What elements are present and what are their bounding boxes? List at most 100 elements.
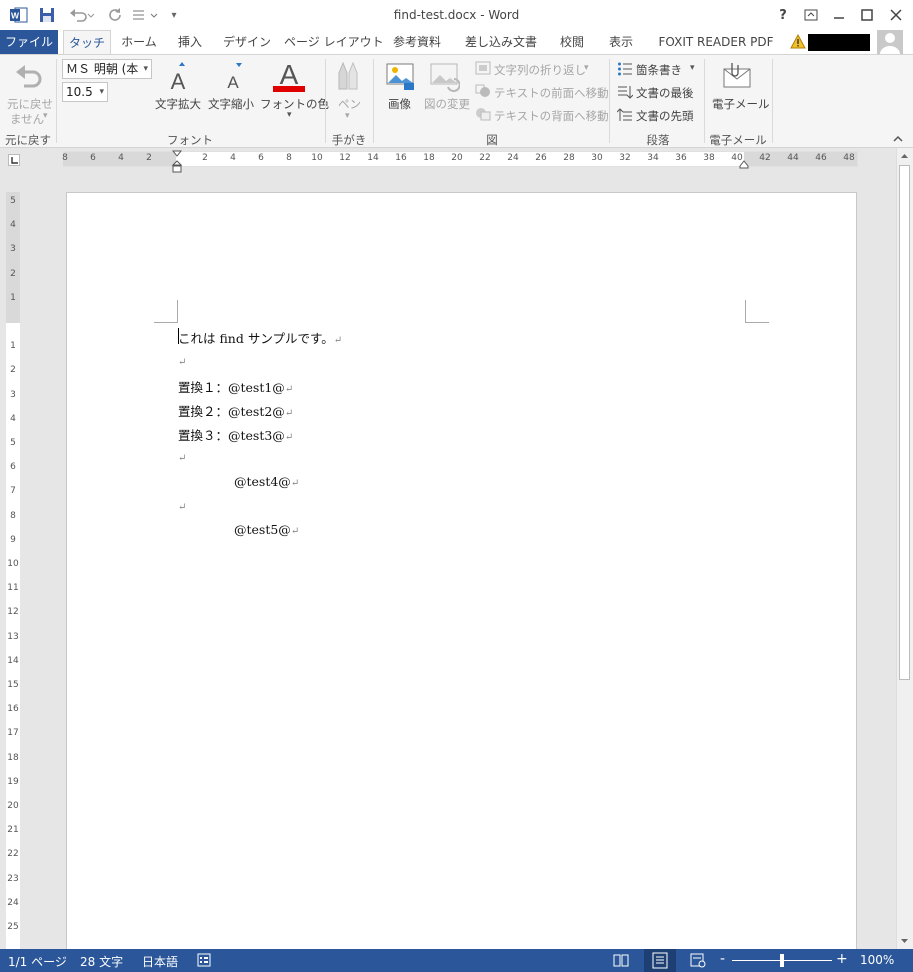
email-label[interactable]: 電子メール bbox=[712, 96, 770, 112]
font-size-combo[interactable]: 10.5 ▾ bbox=[62, 82, 108, 102]
grow-font-icon[interactable]: A bbox=[166, 61, 192, 94]
ruler-number: 14 bbox=[367, 153, 379, 163]
document-line[interactable]: ↵ bbox=[178, 498, 186, 513]
close-icon[interactable] bbox=[882, 4, 910, 26]
pen-label[interactable]: ペン bbox=[338, 96, 361, 112]
bullets-label[interactable]: 箇条書き bbox=[636, 62, 682, 78]
ruler-number: 25 bbox=[7, 922, 19, 932]
collapse-ribbon-icon[interactable] bbox=[891, 132, 905, 146]
tab-view[interactable]: 表示 bbox=[600, 30, 642, 54]
wrap-text-icon[interactable] bbox=[475, 61, 491, 75]
line-text: 置換３：@test3@ bbox=[178, 428, 285, 443]
print-layout-view-button[interactable] bbox=[644, 949, 676, 972]
document-line[interactable]: ↵ bbox=[178, 449, 186, 464]
tab-insert[interactable]: 挿入 bbox=[170, 30, 210, 54]
tab-mailings[interactable]: 差し込み文書 bbox=[458, 30, 544, 54]
ruler-number: 5 bbox=[10, 196, 16, 206]
page-count[interactable]: 1/1 ページ bbox=[8, 953, 67, 970]
document-page[interactable] bbox=[66, 192, 857, 972]
avatar[interactable] bbox=[877, 30, 903, 54]
ruler-number: 10 bbox=[7, 559, 19, 569]
tab-page-layout[interactable]: ページ レイアウト bbox=[284, 30, 384, 54]
tab-home[interactable]: ホーム bbox=[116, 30, 162, 54]
document-end-label[interactable]: 文書の最後 bbox=[636, 85, 694, 101]
bullets-icon[interactable] bbox=[617, 61, 633, 77]
ruler-number: 8 bbox=[62, 153, 68, 163]
font-name-combo[interactable]: ＭＳ 明朝 (本 ▾ bbox=[62, 59, 152, 79]
indent-marker-icon[interactable] bbox=[171, 150, 183, 174]
document-start-icon[interactable] bbox=[616, 107, 633, 123]
tab-selector-icon[interactable] bbox=[8, 154, 20, 166]
document-end-icon[interactable] bbox=[617, 84, 634, 100]
document-line[interactable]: @test5@↵ bbox=[234, 522, 299, 537]
right-indent-marker-icon[interactable] bbox=[739, 158, 749, 169]
zoom-level[interactable]: 100% bbox=[860, 953, 894, 967]
paragraph-mark-icon: ↵ bbox=[178, 502, 187, 513]
paragraph-mark-icon: ↵ bbox=[178, 453, 187, 464]
zoom-slider-thumb[interactable] bbox=[780, 954, 784, 967]
tab-file[interactable]: ファイル bbox=[0, 30, 58, 54]
ruler-number: 42 bbox=[759, 153, 771, 163]
send-backward-icon[interactable] bbox=[475, 107, 491, 121]
help-button[interactable]: ? bbox=[769, 4, 797, 26]
maximize-icon[interactable] bbox=[853, 4, 881, 26]
document-line[interactable]: 置換１：@test1@↵ bbox=[178, 377, 293, 396]
undo-label-1[interactable]: 元に戻せ bbox=[7, 96, 53, 112]
tab-references[interactable]: 参考資料 bbox=[386, 30, 448, 54]
shrink-font-icon[interactable]: A bbox=[222, 61, 248, 92]
tab-foxit[interactable]: FOXIT READER PDF bbox=[652, 30, 780, 54]
font-color-dropdown-icon[interactable]: ▾ bbox=[287, 110, 292, 120]
tab-touch[interactable]: タッチ bbox=[63, 30, 111, 55]
ruler-number: 2 bbox=[10, 268, 16, 279]
scroll-up-icon[interactable] bbox=[899, 151, 910, 162]
scroll-down-icon[interactable] bbox=[899, 935, 910, 946]
undo-label-2[interactable]: ません bbox=[10, 111, 44, 127]
email-icon[interactable] bbox=[722, 61, 752, 91]
wrap-text-label[interactable]: 文字列の折り返し bbox=[494, 62, 586, 78]
send-backward-label[interactable]: テキストの背面へ移動 bbox=[494, 108, 609, 124]
scrollbar-thumb[interactable] bbox=[899, 165, 910, 680]
minimize-icon[interactable] bbox=[825, 4, 853, 26]
tab-design[interactable]: デザイン bbox=[220, 30, 274, 54]
image-icon[interactable] bbox=[386, 61, 416, 93]
language-status[interactable]: 日本語 bbox=[142, 953, 178, 970]
font-color-icon[interactable]: A bbox=[272, 58, 306, 94]
wrap-text-dropdown-icon[interactable]: ▾ bbox=[584, 63, 589, 73]
macro-record-icon[interactable] bbox=[197, 953, 211, 967]
bring-forward-icon[interactable] bbox=[475, 84, 491, 98]
crop-mark bbox=[177, 300, 178, 323]
warning-icon[interactable] bbox=[790, 33, 806, 50]
grow-font-label[interactable]: 文字拡大 bbox=[155, 96, 201, 112]
change-picture-icon[interactable] bbox=[430, 61, 461, 93]
document-line[interactable]: ↵ bbox=[178, 353, 186, 368]
ribbon-display-icon[interactable] bbox=[797, 4, 825, 26]
account-name-redacted[interactable] bbox=[808, 34, 870, 51]
word-count[interactable]: 28 文字 bbox=[80, 953, 123, 970]
image-label[interactable]: 画像 bbox=[388, 96, 411, 112]
shrink-font-label[interactable]: 文字縮小 bbox=[208, 96, 254, 112]
ruler-number: 11 bbox=[7, 583, 19, 594]
undo-dropdown-icon[interactable]: ▾ bbox=[43, 111, 48, 121]
zoom-out-button[interactable]: - bbox=[720, 951, 725, 967]
ruler-number: 16 bbox=[395, 153, 407, 163]
tab-review[interactable]: 校閲 bbox=[552, 30, 592, 54]
document-line[interactable]: 置換２：@test2@↵ bbox=[178, 401, 293, 420]
pen-icon[interactable] bbox=[336, 61, 360, 91]
document-line[interactable]: @test4@↵ bbox=[234, 474, 299, 489]
ruler-margin-top bbox=[6, 192, 20, 323]
zoom-in-button[interactable]: + bbox=[836, 951, 848, 967]
bullets-dropdown-icon[interactable]: ▾ bbox=[690, 63, 695, 73]
separator bbox=[373, 59, 374, 143]
document-line[interactable]: これは find サンプルです。↵ bbox=[178, 328, 342, 347]
pen-dropdown-icon[interactable]: ▾ bbox=[345, 111, 350, 121]
document-start-label[interactable]: 文書の先頭 bbox=[636, 108, 694, 124]
ribbon-tabs: ファイル タッチ ホーム 挿入 デザイン ページ レイアウト 参考資料 差し込み… bbox=[0, 30, 913, 55]
bring-forward-label[interactable]: テキストの前面へ移動 bbox=[494, 85, 609, 101]
read-mode-icon[interactable] bbox=[613, 953, 629, 968]
document-line[interactable]: 置換３：@test3@↵ bbox=[178, 425, 293, 444]
undo-icon[interactable] bbox=[14, 63, 44, 91]
change-picture-label[interactable]: 図の変更 bbox=[424, 96, 470, 112]
font-color-label[interactable]: フォントの色 bbox=[260, 96, 329, 112]
web-layout-icon[interactable] bbox=[690, 953, 706, 968]
group-label-email: 電子メール bbox=[709, 133, 767, 147]
